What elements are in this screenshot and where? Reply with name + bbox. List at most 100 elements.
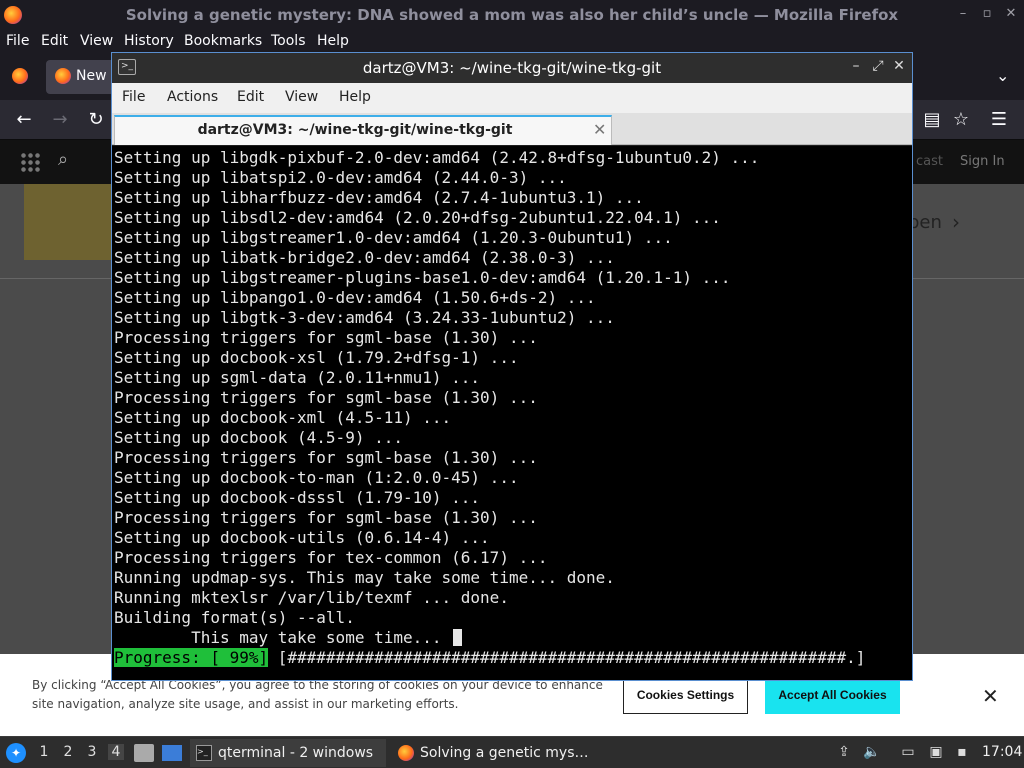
clipboard-icon[interactable]: ▭	[898, 744, 918, 760]
menu-bookmarks[interactable]: Bookmarks	[184, 33, 262, 49]
progress-line: Progress: [ 99%] [######################…	[114, 648, 865, 668]
menu-help[interactable]: Help	[317, 33, 349, 49]
taskbar-firefox-task[interactable]: Solving a genetic mys…	[392, 739, 592, 767]
terminal-line: Processing triggers for sgml-base (1.30)…	[114, 448, 538, 467]
maximize-icon[interactable]: ▫	[978, 5, 996, 23]
network-icon[interactable]: ▣	[926, 744, 946, 760]
firefox-view-icon[interactable]	[12, 68, 28, 84]
terminal-line: Setting up docbook-to-man (1:2.0.0-45) .…	[114, 468, 519, 487]
site-signin-link[interactable]: Sign In	[960, 154, 1005, 169]
terminal-output[interactable]: Setting up libgdk-pixbuf-2.0-dev:amd64 (…	[112, 146, 912, 680]
terminal-line: Processing triggers for sgml-base (1.30)…	[114, 328, 538, 347]
maximize-icon[interactable]: ⤢	[870, 58, 886, 74]
reader-view-icon[interactable]: ▤	[921, 109, 943, 130]
grid-menu-icon[interactable]	[20, 152, 42, 174]
minimize-icon[interactable]: –	[848, 58, 864, 74]
bookmark-star-icon[interactable]: ☆	[950, 109, 972, 130]
chevron-right-icon: ›	[952, 210, 960, 234]
workspace-1[interactable]: 1	[36, 744, 52, 760]
notification-icon[interactable]: ▪	[952, 744, 972, 760]
terminal-line: Processing triggers for sgml-base (1.30)…	[114, 388, 538, 407]
terminal-line: Setting up docbook-dsssl (1.79-10) ...	[114, 488, 481, 507]
firefox-menubar: File Edit View History Bookmarks Tools H…	[0, 30, 1024, 54]
volume-icon[interactable]: 🔈	[862, 744, 882, 760]
close-icon[interactable]: ✕	[891, 58, 907, 74]
terminal-line: Running mktexlsr /var/lib/texmf ... done…	[114, 588, 509, 607]
terminal-lines: Setting up libgdk-pixbuf-2.0-dev:amd64 (…	[114, 148, 759, 648]
progress-label: Progress: [ 99%]	[114, 648, 269, 667]
terminal-line: Building format(s) --all.	[114, 608, 355, 627]
terminal-menu-view[interactable]: View	[285, 89, 318, 105]
terminal-line: Setting up docbook (4.5-9) ...	[114, 428, 403, 447]
terminal-menu-file[interactable]: File	[122, 89, 145, 105]
firefox-titlebar: Solving a genetic mystery: DNA showed a …	[0, 0, 1024, 30]
firefox-window-title: Solving a genetic mystery: DNA showed a …	[125, 6, 899, 24]
site-podcast-link[interactable]: cast	[916, 154, 943, 169]
taskbar-firefox-label: Solving a genetic mys…	[420, 745, 589, 761]
firefox-icon	[398, 745, 414, 761]
terminal-menu-actions[interactable]: Actions	[167, 89, 218, 105]
terminal-line: Setting up libsdl2-dev:amd64 (2.0.20+dfs…	[114, 208, 721, 227]
reload-icon[interactable]: ↻	[85, 109, 107, 130]
minimize-icon[interactable]: –	[954, 5, 972, 23]
terminal-icon: >_	[196, 745, 212, 761]
cookie-notice-text: By clicking “Accept All Cookies”, you ag…	[32, 678, 603, 711]
terminal-menu-edit[interactable]: Edit	[237, 89, 264, 105]
terminal-line: Setting up sgml-data (2.0.11+nmu1) ...	[114, 368, 481, 387]
terminal-line: Setting up docbook-xsl (1.79.2+dfsg-1) .…	[114, 348, 519, 367]
terminal-line: Setting up libpango1.0-dev:amd64 (1.50.6…	[114, 288, 596, 307]
terminal-tab-label: dartz@VM3: ~/wine-tkg-git/wine-tkg-git	[197, 122, 513, 138]
terminal-line: Setting up libatk-bridge2.0-dev:amd64 (2…	[114, 248, 615, 267]
terminal-line: Running updmap-sys. This may take some t…	[114, 568, 615, 587]
menu-edit[interactable]: Edit	[41, 33, 68, 49]
start-menu-icon[interactable]: ✦	[6, 743, 26, 763]
progress-bar-text: [#######################################…	[268, 648, 866, 667]
terminal-line: Setting up libgtk-3-dev:amd64 (3.24.33-1…	[114, 308, 615, 327]
terminal-menubar: File Actions Edit View Help	[112, 83, 912, 113]
forward-icon[interactable]: →	[49, 109, 71, 130]
accept-all-cookies-button[interactable]: Accept All Cookies	[765, 676, 900, 714]
file-manager-icon[interactable]	[134, 744, 154, 762]
terminal-line: Setting up docbook-utils (0.6.14-4) ...	[114, 528, 490, 547]
tab-favicon-icon	[55, 68, 71, 84]
workspace-4[interactable]: 4	[108, 744, 124, 760]
terminal-line: Setting up libgdk-pixbuf-2.0-dev:amd64 (…	[114, 148, 760, 167]
terminal-line: Setting up libharfbuzz-dev:amd64 (2.7.4-…	[114, 188, 644, 207]
upload-icon[interactable]: ⇪	[834, 744, 854, 760]
terminal-line: This may take some time...	[114, 628, 759, 648]
terminal-cursor	[453, 629, 463, 646]
terminal-line: Setting up libgstreamer1.0-dev:amd64 (1.…	[114, 228, 673, 247]
terminal-tab[interactable]: dartz@VM3: ~/wine-tkg-git/wine-tkg-git ✕	[114, 115, 612, 145]
workspace-3[interactable]: 3	[84, 744, 100, 760]
close-icon[interactable]: ✕	[982, 684, 999, 708]
clock: 17:04	[982, 744, 1023, 760]
show-desktop-icon[interactable]	[162, 745, 182, 761]
terminal-menu-help[interactable]: Help	[339, 89, 371, 105]
search-icon[interactable]: ⌕	[58, 149, 68, 170]
terminal-line: Setting up libgstreamer-plugins-base1.0-…	[114, 268, 731, 287]
terminal-line: Setting up docbook-xml (4.5-11) ...	[114, 408, 452, 427]
hamburger-menu-icon[interactable]: ☰	[988, 109, 1010, 130]
taskbar-terminal-task[interactable]: >_ qterminal - 2 windows	[190, 739, 386, 767]
menu-history[interactable]: History	[124, 33, 174, 49]
terminal-line: Processing triggers for tex-common (6.17…	[114, 548, 548, 567]
firefox-tab-label: New	[76, 68, 107, 84]
terminal-line: Processing triggers for sgml-base (1.30)…	[114, 508, 538, 527]
terminal-line: Setting up libatspi2.0-dev:amd64 (2.44.0…	[114, 168, 567, 187]
close-icon[interactable]: ✕	[1002, 5, 1020, 23]
chevron-down-icon[interactable]: ⌄	[996, 66, 1009, 85]
menu-tools[interactable]: Tools	[271, 33, 306, 49]
terminal-window-title: dartz@VM3: ~/wine-tkg-git/wine-tkg-git	[362, 59, 662, 77]
close-icon[interactable]: ✕	[593, 120, 606, 139]
taskbar: ✦ 1 2 3 4 >_ qterminal - 2 windows Solvi…	[0, 736, 1024, 768]
menu-view[interactable]: View	[80, 33, 113, 49]
menu-file[interactable]: File	[6, 33, 29, 49]
terminal-window: >_ dartz@VM3: ~/wine-tkg-git/wine-tkg-gi…	[111, 52, 913, 681]
site-open-link[interactable]: pen	[908, 212, 942, 233]
terminal-titlebar[interactable]: >_ dartz@VM3: ~/wine-tkg-git/wine-tkg-gi…	[112, 53, 912, 83]
back-icon[interactable]: ←	[13, 109, 35, 130]
cookies-settings-button[interactable]: Cookies Settings	[623, 676, 748, 714]
terminal-tabbar: dartz@VM3: ~/wine-tkg-git/wine-tkg-git ✕	[112, 113, 912, 145]
taskbar-terminal-label: qterminal - 2 windows	[218, 745, 374, 761]
workspace-2[interactable]: 2	[60, 744, 76, 760]
